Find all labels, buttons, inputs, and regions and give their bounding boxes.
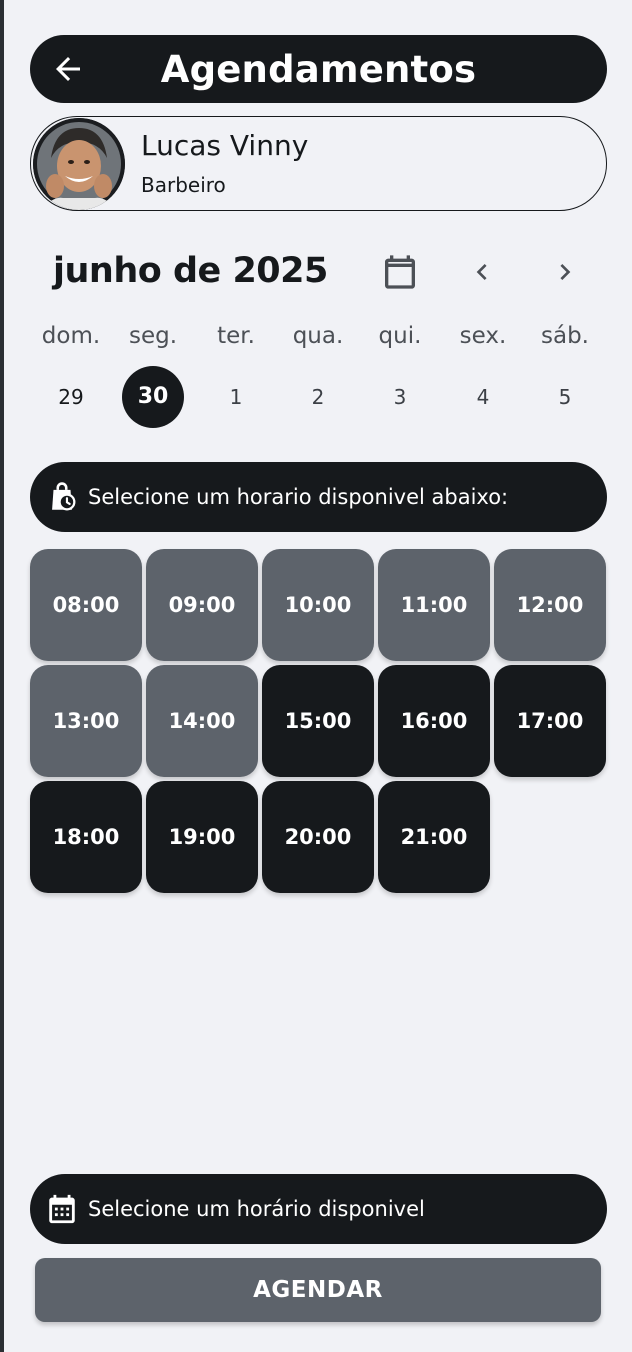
time-slot[interactable]: 14:00: [146, 665, 258, 777]
weekday-label: sáb.: [541, 323, 589, 349]
time-slot-label: 09:00: [168, 593, 236, 617]
time-slot-label: 11:00: [400, 593, 468, 617]
barber-role: Barbeiro: [141, 173, 226, 197]
time-slot-label: 13:00: [52, 709, 120, 733]
barber-card[interactable]: Lucas Vinny Barbeiro: [30, 116, 607, 211]
selection-status-banner: Selecione um horário disponivel: [30, 1174, 607, 1244]
time-slot-label: 12:00: [516, 593, 584, 617]
time-slot-label: 18:00: [52, 825, 120, 849]
time-slot-label: 16:00: [400, 709, 468, 733]
selection-status-text: Selecione um horário disponivel: [88, 1197, 425, 1221]
time-slot[interactable]: 19:00: [146, 781, 258, 893]
slots-prompt-text: Selecione um horario disponivel abaixo:: [88, 485, 509, 509]
time-slot-label: 08:00: [52, 593, 120, 617]
calendar-day[interactable]: 5: [530, 367, 600, 427]
time-slot-label: 17:00: [516, 709, 584, 733]
barber-name: Lucas Vinny: [141, 129, 309, 162]
time-slot[interactable]: 17:00: [494, 665, 606, 777]
time-slot-label: 19:00: [168, 825, 236, 849]
previous-week-button[interactable]: [466, 256, 498, 288]
time-slot-label: 21:00: [400, 825, 468, 849]
month-navigation: junho de 2025: [0, 248, 632, 298]
weekday-label: qui.: [378, 323, 422, 349]
chevron-left-icon: [476, 264, 487, 280]
chevron-right-icon: [560, 264, 571, 280]
slots-prompt-banner: Selecione um horario disponivel abaixo:: [30, 462, 607, 532]
time-slot[interactable]: 15:00: [262, 665, 374, 777]
calendar-icon: [385, 255, 415, 289]
weekday-label: qua.: [292, 323, 344, 349]
page-title: Agendamentos: [160, 47, 477, 91]
back-button[interactable]: [48, 49, 88, 89]
time-slot-label: 10:00: [284, 593, 352, 617]
avatar: [33, 118, 125, 210]
weekday-label: seg.: [128, 323, 178, 349]
window-edge: [0, 0, 4, 1352]
time-slot-label: 14:00: [168, 709, 236, 733]
next-week-button[interactable]: [549, 256, 581, 288]
month-label: junho de 2025: [53, 251, 328, 291]
open-calendar-button[interactable]: [380, 252, 420, 292]
time-slot[interactable]: 08:00: [30, 549, 142, 661]
calendar-day[interactable]: 1: [201, 367, 271, 427]
agendar-button[interactable]: AGENDAR: [35, 1258, 601, 1322]
time-slot[interactable]: 21:00: [378, 781, 490, 893]
weekday-label: sex.: [459, 323, 507, 349]
weekday-label: dom.: [41, 323, 101, 349]
calendar-day[interactable]: 3: [365, 367, 435, 427]
time-slot[interactable]: 16:00: [378, 665, 490, 777]
time-slot[interactable]: 10:00: [262, 549, 374, 661]
time-slot[interactable]: 13:00: [30, 665, 142, 777]
time-slot[interactable]: 09:00: [146, 549, 258, 661]
calendar-grid-icon: [44, 1191, 80, 1227]
shopping-bag-clock-icon: [44, 479, 80, 515]
calendar-day[interactable]: 29: [36, 367, 106, 427]
time-slot[interactable]: 18:00: [30, 781, 142, 893]
time-slot-label: 15:00: [284, 709, 352, 733]
weekday-label: ter.: [217, 323, 255, 349]
header-bar: Agendamentos: [30, 35, 607, 103]
time-slot-label: 20:00: [284, 825, 352, 849]
time-slot[interactable]: 20:00: [262, 781, 374, 893]
calendar-day-selected[interactable]: 30: [118, 366, 188, 428]
arrow-left-icon: [56, 57, 80, 81]
time-slot[interactable]: 12:00: [494, 549, 606, 661]
time-slot[interactable]: 11:00: [378, 549, 490, 661]
calendar-day[interactable]: 2: [283, 367, 353, 427]
calendar-day[interactable]: 4: [448, 367, 518, 427]
